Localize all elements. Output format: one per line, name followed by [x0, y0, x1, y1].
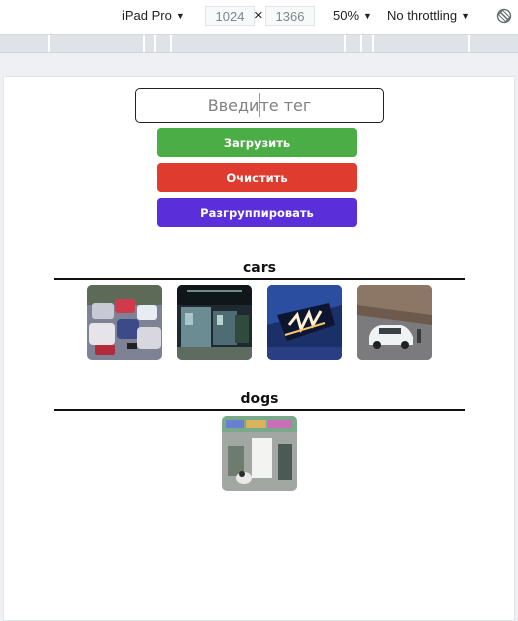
dog-meme-image [222, 416, 297, 491]
thumbnail-white-suv[interactable] [357, 285, 432, 360]
car-headlight-image [267, 285, 342, 360]
thumbnail-dog-meme[interactable] [222, 416, 297, 491]
upload-button[interactable]: Загрузить [157, 128, 357, 157]
devtools-device-toolbar: iPad Pro ▼ 1024 × 1366 50% ▼ No throttli… [0, 0, 518, 35]
rotate-icon[interactable] [496, 8, 512, 24]
chevron-down-icon: ▼ [363, 10, 372, 21]
height-field[interactable]: 1366 [265, 6, 315, 26]
thumbnail-race-cars[interactable] [87, 285, 162, 360]
zoom-select-label: 50% [333, 8, 360, 23]
device-select-label: iPad Pro [122, 8, 172, 23]
group-divider [54, 409, 465, 411]
width-field[interactable]: 1024 [205, 6, 255, 26]
thumbnail-car-headlight[interactable] [267, 285, 342, 360]
ruler-tick [344, 35, 346, 52]
group-title-cars: cars [243, 260, 276, 276]
ungroup-button[interactable]: Разгруппировать [157, 198, 357, 227]
times-symbol: × [254, 7, 263, 24]
clear-button[interactable]: Очистить [157, 163, 357, 192]
white-suv-image [357, 285, 432, 360]
text-cursor [259, 93, 260, 117]
page-viewport: Загрузить Очистить Разгруппировать cars [3, 76, 515, 621]
ruler-tick [360, 35, 362, 52]
ruler-tick [154, 35, 156, 52]
device-select[interactable]: iPad Pro ▼ [122, 8, 185, 23]
ruler-tick [372, 35, 374, 52]
bus-station-image [177, 285, 252, 360]
group-divider [54, 278, 465, 280]
thumbnail-bus-station[interactable] [177, 285, 252, 360]
media-query-ruler[interactable] [0, 35, 518, 53]
ruler-tick [48, 35, 50, 52]
chevron-down-icon: ▼ [175, 10, 185, 21]
ruler-tick [170, 35, 172, 52]
group-title-dogs: dogs [240, 391, 279, 407]
ruler-tick [143, 35, 145, 52]
ruler-tick [468, 35, 470, 52]
throttling-select[interactable]: No throttling ▼ [387, 8, 470, 23]
chevron-down-icon: ▼ [461, 10, 471, 21]
zoom-select[interactable]: 50% ▼ [333, 8, 372, 23]
throttling-select-label: No throttling [387, 8, 458, 23]
race-cars-image [87, 285, 162, 360]
